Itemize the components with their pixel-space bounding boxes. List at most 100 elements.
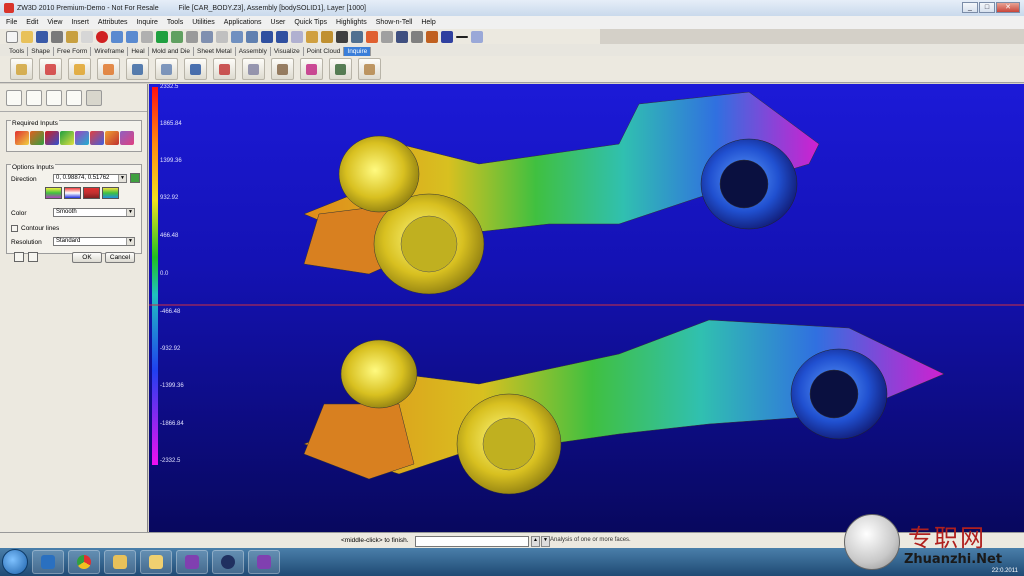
taskbar-chrome[interactable] [68,550,100,574]
taskbar-explorer[interactable] [32,550,64,574]
undo-icon[interactable] [111,30,123,43]
tab-mold-and-die[interactable]: Mold and Die [149,47,194,56]
chevron-down-icon[interactable]: ▼ [126,209,134,216]
repeat-icon[interactable] [141,30,153,43]
menu-view[interactable]: View [47,19,62,26]
object-info-icon[interactable] [126,58,149,80]
taskbar-zw3d[interactable] [176,550,208,574]
edit-icon[interactable] [66,30,78,43]
snap-icon[interactable] [201,30,213,43]
inquire-icon[interactable] [86,89,102,106]
point-info-icon[interactable] [10,58,33,80]
back-arrow-icon[interactable] [261,30,273,43]
face-analysis-4-icon[interactable] [60,131,74,145]
chevron-down-icon[interactable]: ▼ [118,175,126,182]
stop-icon[interactable] [96,30,108,43]
taskbar-media[interactable] [212,550,244,574]
print-icon[interactable] [51,30,63,43]
swatch-purple[interactable] [45,187,62,199]
menu-quick-tips[interactable]: Quick Tips [294,19,327,26]
spin-down-icon[interactable]: ▼ [541,536,550,547]
help-icon[interactable] [14,252,24,262]
render-mode-icon[interactable] [366,30,378,43]
layer-icon[interactable] [426,30,438,43]
command-input[interactable] [415,536,529,547]
menu-edit[interactable]: Edit [26,19,38,26]
ok-button[interactable]: OK [72,252,102,263]
tab-assembly[interactable]: Assembly [236,47,271,56]
menu-file[interactable]: File [6,19,17,26]
preview-icon[interactable] [28,252,38,262]
contour-lines-checkbox[interactable] [11,225,18,232]
copy-icon[interactable] [81,30,93,43]
tab-inquire[interactable]: Inquire [344,47,372,56]
swatch-blue[interactable] [64,187,81,199]
tab-wireframe[interactable]: Wireframe [91,47,129,56]
draft-angle-icon[interactable] [213,58,236,80]
maximize-button[interactable]: □ [979,2,995,13]
display-color-icon[interactable] [471,30,483,43]
select-icon[interactable] [156,30,168,43]
tab-heal[interactable]: Heal [128,47,149,56]
distance-icon[interactable] [39,58,62,80]
close-button[interactable]: ✕ [996,2,1020,13]
menu-user[interactable]: User [271,19,286,26]
face-analysis-7-icon[interactable] [105,131,119,145]
open-folder-icon[interactable] [21,30,33,43]
orient-icon[interactable] [246,30,258,43]
menu-help[interactable]: Help [421,19,435,26]
zoom-window-icon[interactable] [321,30,333,43]
face-analysis-6-icon[interactable] [90,131,104,145]
pick-icon[interactable] [186,30,198,43]
face-analysis-8-icon[interactable] [120,131,134,145]
assembly-icon[interactable] [46,89,62,106]
tab-shape[interactable]: Shape [28,47,54,56]
curve-list-icon[interactable] [300,58,323,80]
menu-show-n-tell[interactable]: Show-n-Tell [376,19,413,26]
measure-icon[interactable] [411,30,423,43]
forward-arrow-icon[interactable] [276,30,288,43]
pick-info-icon[interactable] [155,58,178,80]
menu-utilities[interactable]: Utilities [192,19,215,26]
menu-attributes[interactable]: Attributes [98,19,128,26]
color-select[interactable]: Smooth ▼ [53,208,135,217]
history-icon[interactable] [26,89,42,106]
save-icon[interactable] [36,30,48,43]
resolution-select[interactable]: Standard ▼ [53,237,135,246]
menu-inquire[interactable]: Inquire [136,19,157,26]
manager-icon[interactable] [6,89,22,106]
layer-info-icon[interactable] [358,58,381,80]
monitor-icon[interactable] [336,30,348,43]
grid-icon[interactable] [216,30,228,43]
view-cube-icon[interactable] [381,30,393,43]
align-icon[interactable] [231,30,243,43]
menu-tools[interactable]: Tools [167,19,183,26]
new-file-icon[interactable] [6,30,18,43]
zebra-icon[interactable] [242,58,265,80]
report-icon[interactable] [329,58,352,80]
pan-icon[interactable] [291,30,303,43]
spin-up-icon[interactable]: ▲ [531,536,540,547]
tab-sheet-metal[interactable]: Sheet Metal [194,47,236,56]
menu-applications[interactable]: Applications [224,19,262,26]
face-analysis-2-icon[interactable] [30,131,44,145]
graphics-viewport[interactable]: 2332.5 1865.84 1399.36 932.92 466.48 0.0… [149,84,1024,532]
direction-field[interactable]: 0, 0.98874, 0.51762 ▼ [53,174,127,183]
tab-visualize[interactable]: Visualize [271,47,304,56]
tab-tools[interactable]: Tools [6,47,29,56]
view-icon[interactable] [66,89,82,106]
taskbar-files[interactable] [140,550,172,574]
taskbar-zw3d-2[interactable] [248,550,280,574]
mass-props-icon[interactable] [271,58,294,80]
swatch-red[interactable] [83,187,100,199]
menu-highlights[interactable]: Highlights [336,19,367,26]
chevron-down-icon[interactable]: ▼ [126,238,134,245]
minimize-button[interactable]: _ [962,2,978,13]
tab-free-form[interactable]: Free Form [54,47,92,56]
arc-radius-icon[interactable] [97,58,120,80]
taskbar-folder[interactable] [104,550,136,574]
start-button[interactable] [2,549,28,575]
direction-pick-icon[interactable] [130,173,140,183]
color-icon[interactable] [441,30,453,43]
orbit-icon[interactable] [396,30,408,43]
